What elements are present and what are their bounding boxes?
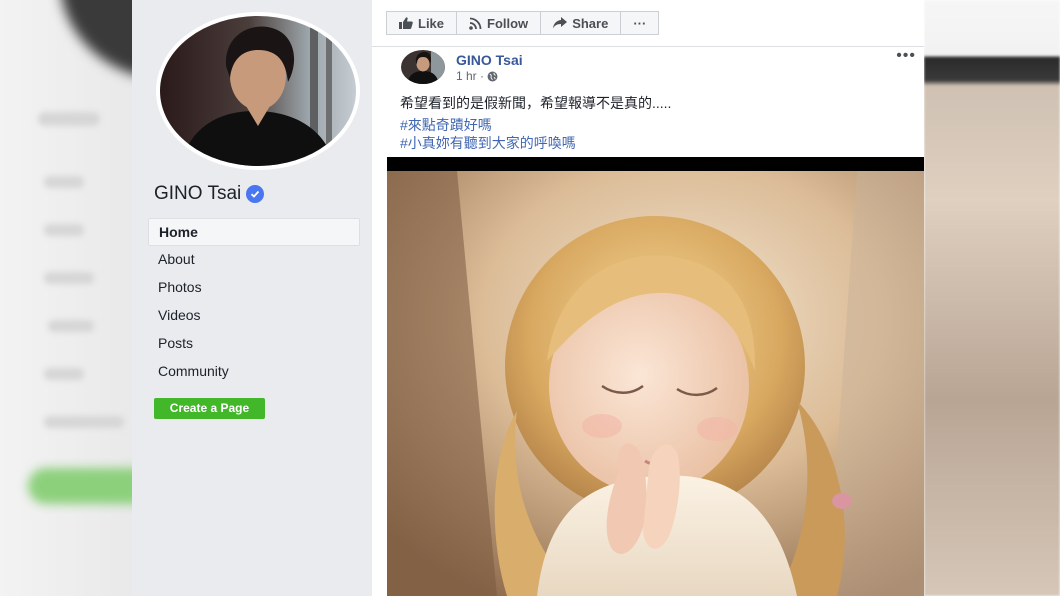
verified-badge-icon — [246, 185, 265, 203]
like-label: Like — [418, 15, 445, 31]
thumbs-up-icon — [399, 17, 413, 29]
like-button[interactable]: Like — [386, 11, 457, 35]
more-actions-button[interactable]: ··· — [620, 11, 660, 35]
post-photo[interactable] — [387, 157, 924, 596]
nav-item-posts[interactable]: Posts — [148, 330, 360, 358]
feed-post: GINO Tsai 1 hr · ••• 希望看到的是假新聞，希望報導不是真的.… — [387, 47, 924, 596]
share-button[interactable]: Share — [540, 11, 621, 35]
post-author-name[interactable]: GINO Tsai — [456, 52, 523, 68]
create-page-button[interactable]: Create a Page — [154, 398, 265, 419]
nav-item-about[interactable]: About — [148, 246, 360, 274]
post-time[interactable]: 1 hr · — [456, 69, 484, 83]
blurred-right-panel — [924, 0, 1060, 596]
nav-item-home[interactable]: Home — [148, 218, 360, 246]
nav-item-videos[interactable]: Videos — [148, 302, 360, 330]
share-arrow-icon — [553, 17, 568, 29]
avatar — [401, 50, 445, 84]
post-author-avatar[interactable] — [401, 50, 445, 84]
page-feed: Like Follow Share ··· GINO Tsai 1 hr · •… — [372, 0, 924, 596]
profile-picture[interactable] — [156, 12, 360, 170]
nav-item-community[interactable]: Community — [148, 358, 360, 386]
page-sidebar: GINO Tsai Home About Photos Videos Posts… — [132, 0, 372, 596]
praying-child-photo — [387, 171, 924, 596]
follow-button[interactable]: Follow — [456, 11, 541, 35]
page-nav: Home About Photos Videos Posts Community — [148, 218, 360, 386]
rss-icon — [469, 17, 482, 30]
hashtag-link[interactable]: #來點奇蹟好嗎 — [400, 115, 492, 135]
share-label: Share — [572, 15, 609, 31]
post-meta: 1 hr · — [456, 69, 498, 83]
more-actions-label: ··· — [633, 15, 647, 31]
hashtag-link[interactable]: #小真妳有聽到大家的呼喚嗎 — [400, 133, 576, 153]
follow-label: Follow — [487, 15, 529, 31]
page-name[interactable]: GINO Tsai — [154, 183, 265, 205]
page-action-bar: Like Follow Share ··· — [386, 11, 660, 35]
checkmark-icon — [251, 190, 260, 198]
post-text: 希望看到的是假新聞，希望報導不是真的..... — [400, 95, 672, 111]
blurred-left-panel — [0, 0, 280, 596]
post-options-button[interactable]: ••• — [896, 47, 916, 65]
profile-photo — [160, 16, 356, 166]
nav-item-photos[interactable]: Photos — [148, 274, 360, 302]
page-name-text[interactable]: GINO Tsai — [154, 183, 241, 205]
globe-icon — [487, 71, 498, 81]
